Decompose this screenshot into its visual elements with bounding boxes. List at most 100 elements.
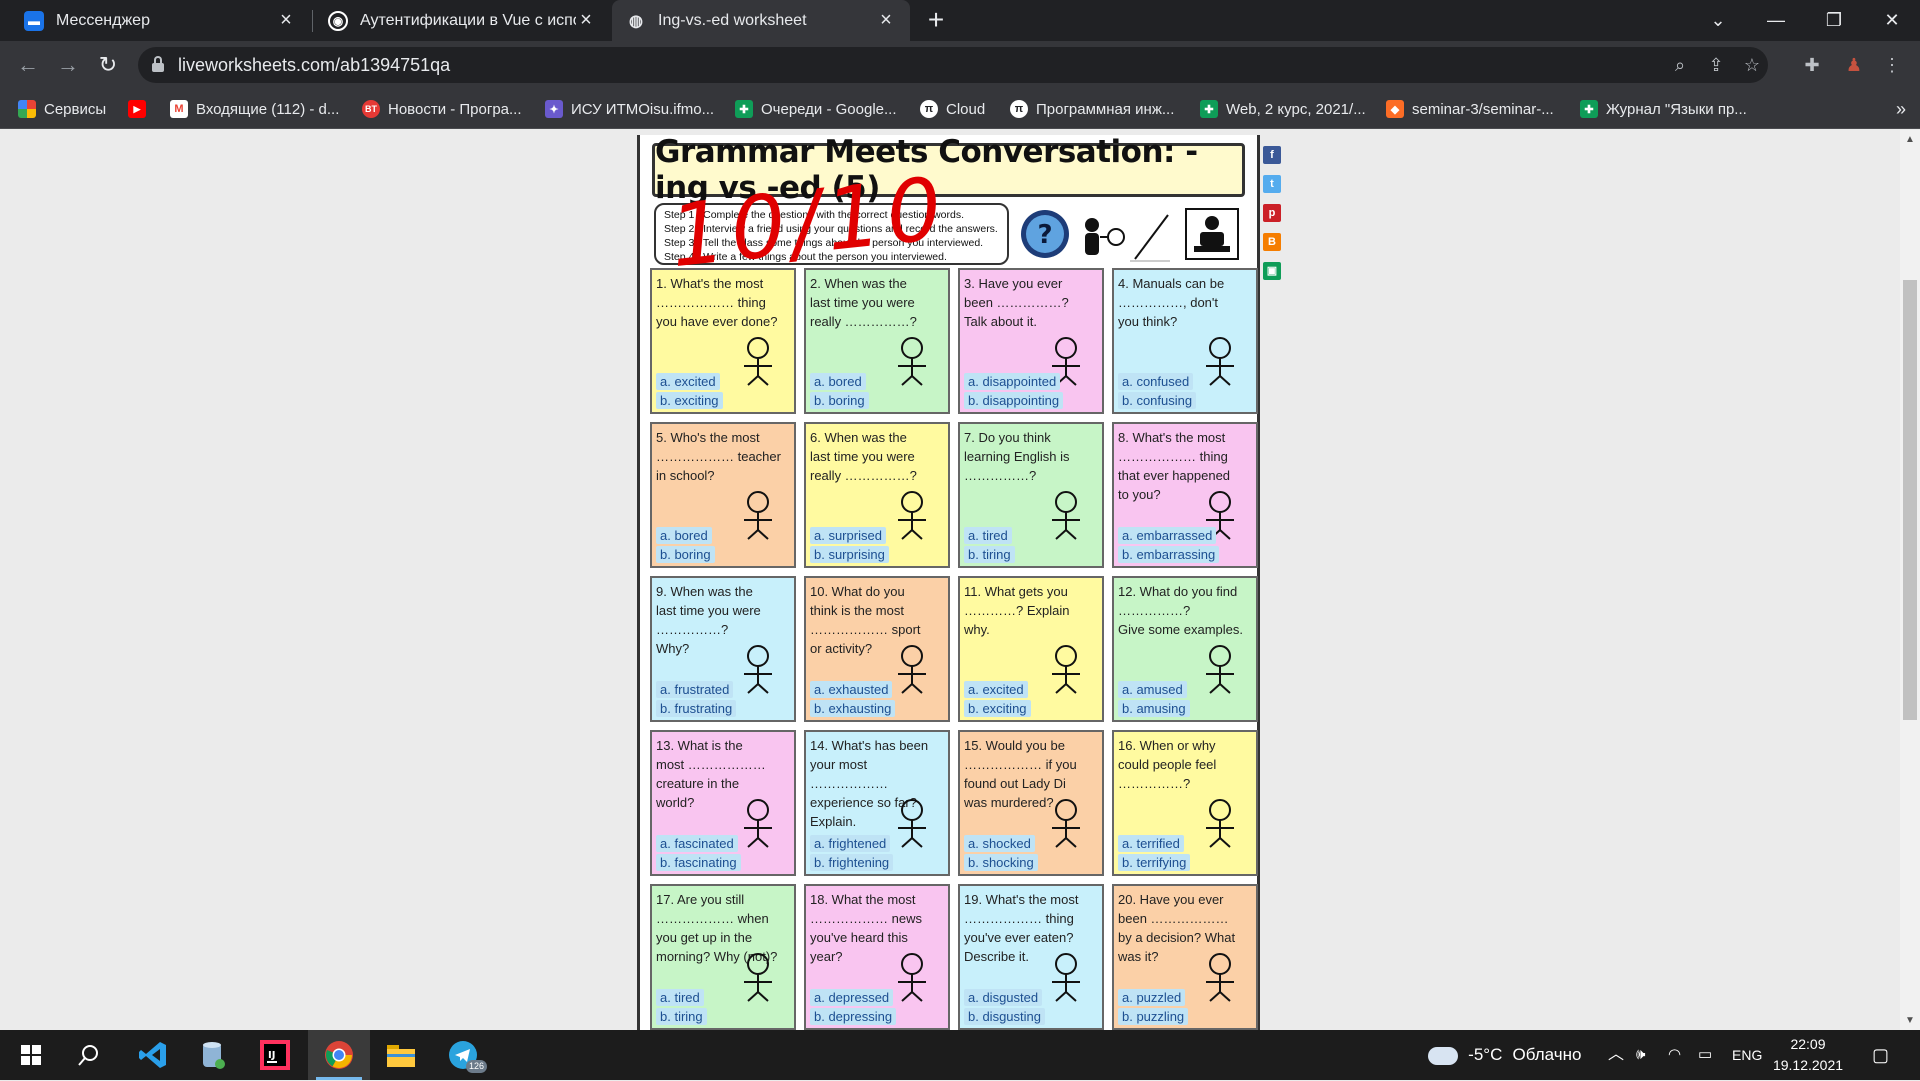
option-a[interactable]: a. excited bbox=[964, 681, 1028, 698]
close-window-button[interactable]: ✕ bbox=[1864, 0, 1920, 41]
bookmark-isu[interactable]: ✦ ИСУ ИТМОisu.ifmo... bbox=[545, 89, 714, 129]
tab-vue-auth[interactable]: ◉ Аутентификации в Vue с исполь × bbox=[314, 0, 610, 41]
option-b[interactable]: b. disgusting bbox=[964, 1008, 1045, 1025]
start-button[interactable] bbox=[0, 1030, 62, 1080]
option-b[interactable]: b. disappointing bbox=[964, 392, 1064, 409]
forward-button[interactable]: → bbox=[52, 49, 84, 81]
close-tab-icon[interactable]: × bbox=[876, 9, 896, 32]
option-b[interactable]: b. terrifying bbox=[1118, 854, 1191, 871]
option-b[interactable]: b. fascinating bbox=[656, 854, 741, 871]
show-hidden-icons-icon[interactable]: ︿ bbox=[1608, 1030, 1624, 1080]
option-b[interactable]: b. boring bbox=[656, 546, 715, 563]
option-a[interactable]: a. fascinated bbox=[656, 835, 738, 852]
minimize-button[interactable]: — bbox=[1748, 0, 1804, 41]
share-icon[interactable]: ⇪ bbox=[1704, 53, 1728, 77]
url-text[interactable]: liveworksheets.com/ab1394751qa bbox=[178, 47, 450, 83]
option-b[interactable]: b. embarrassing bbox=[1118, 546, 1220, 563]
input-language[interactable]: ENG bbox=[1732, 1030, 1762, 1080]
bookmark-gmail[interactable]: M Входящие (112) - d... bbox=[170, 89, 339, 129]
close-tab-icon[interactable]: × bbox=[576, 9, 596, 32]
disk-utility-app[interactable] bbox=[182, 1030, 244, 1080]
bookmark-youtube[interactable]: ▶ bbox=[128, 89, 154, 129]
option-a[interactable]: a. disappointed bbox=[964, 373, 1061, 390]
twitter-icon[interactable]: t bbox=[1263, 175, 1281, 193]
zoom-search-icon[interactable]: ⌕ bbox=[1668, 53, 1692, 77]
pinterest-icon[interactable]: p bbox=[1263, 204, 1281, 222]
notifications-icon[interactable]: ▢ bbox=[1872, 1030, 1889, 1080]
option-a[interactable]: a. exhausted bbox=[810, 681, 893, 698]
option-b[interactable]: b. shocking bbox=[964, 854, 1038, 871]
scrollbar-thumb[interactable] bbox=[1903, 280, 1917, 720]
option-a[interactable]: a. embarrassed bbox=[1118, 527, 1217, 544]
menu-icon[interactable]: ⋮ bbox=[1880, 53, 1904, 77]
file-explorer-app[interactable] bbox=[370, 1030, 432, 1080]
option-b[interactable]: b. surprising bbox=[810, 546, 889, 563]
page-scrollbar[interactable]: ▲ ▼ bbox=[1900, 130, 1920, 1030]
bookmark-seminar[interactable]: ◆ seminar-3/seminar-... bbox=[1386, 89, 1554, 129]
bookmark-services[interactable]: Сервисы bbox=[18, 89, 106, 129]
back-button[interactable]: ← bbox=[12, 49, 44, 81]
chrome-app[interactable] bbox=[308, 1030, 370, 1080]
extensions-icon[interactable]: ✚ bbox=[1800, 53, 1824, 77]
option-b[interactable]: b. confusing bbox=[1118, 392, 1197, 409]
option-b[interactable]: b. tiring bbox=[656, 1008, 707, 1025]
battery-icon[interactable]: ▭ bbox=[1698, 1030, 1712, 1080]
option-a[interactable]: a. surprised bbox=[810, 527, 886, 544]
tab-messenger[interactable]: ▬ Мессенджер × bbox=[10, 0, 310, 41]
option-a[interactable]: a. confused bbox=[1118, 373, 1194, 390]
tab-worksheet[interactable]: ◍ Ing-vs.-ed worksheet × bbox=[612, 0, 910, 41]
bookmark-journal[interactable]: ✚ Журнал "Языки пр... bbox=[1580, 89, 1747, 129]
reload-button[interactable]: ↻ bbox=[92, 49, 124, 81]
option-b[interactable]: b. exciting bbox=[964, 700, 1031, 717]
option-b[interactable]: b. amusing bbox=[1118, 700, 1190, 717]
search-button[interactable] bbox=[58, 1030, 120, 1080]
volume-icon[interactable]: 🕪 bbox=[1636, 1030, 1645, 1080]
wifi-icon[interactable]: ◠ bbox=[1668, 1030, 1681, 1080]
scroll-up-arrow-icon[interactable]: ▲ bbox=[1900, 134, 1920, 145]
blogger-icon[interactable]: B bbox=[1263, 233, 1281, 251]
option-a[interactable]: a. puzzled bbox=[1118, 989, 1186, 1006]
restore-button[interactable]: ❐ bbox=[1806, 0, 1862, 41]
profile-avatar[interactable]: ♟ bbox=[1842, 53, 1866, 77]
option-a[interactable]: a. bored bbox=[656, 527, 712, 544]
option-a[interactable]: a. terrified bbox=[1118, 835, 1184, 852]
option-b[interactable]: b. tiring bbox=[964, 546, 1015, 563]
option-a[interactable]: a. shocked bbox=[964, 835, 1035, 852]
option-a[interactable]: a. disgusted bbox=[964, 989, 1043, 1006]
bookmark-star-icon[interactable]: ☆ bbox=[1740, 53, 1764, 77]
bookmark-news[interactable]: BT Новости - Програ... bbox=[362, 89, 522, 129]
vscode-app[interactable] bbox=[122, 1030, 184, 1080]
bookmark-web[interactable]: ✚ Web, 2 курс, 2021/... bbox=[1200, 89, 1366, 129]
option-b[interactable]: b. boring bbox=[810, 392, 869, 409]
option-a[interactable]: a. tired bbox=[964, 527, 1012, 544]
facebook-icon[interactable]: f bbox=[1263, 146, 1281, 164]
address-bar[interactable]: liveworksheets.com/ab1394751qa ⌕ ⇪ ☆ bbox=[138, 47, 1768, 83]
bookmark-software-eng[interactable]: π Программная инж... bbox=[1010, 89, 1174, 129]
bookmark-cloud[interactable]: π Cloud bbox=[920, 89, 985, 129]
close-tab-icon[interactable]: × bbox=[276, 9, 296, 32]
more-bookmarks-icon[interactable]: » bbox=[1896, 89, 1906, 129]
scroll-down-arrow-icon[interactable]: ▼ bbox=[1900, 1015, 1920, 1026]
option-b[interactable]: b. puzzling bbox=[1118, 1008, 1189, 1025]
bookmark-queues[interactable]: ✚ Очереди - Google... bbox=[735, 89, 897, 129]
option-a[interactable]: a. excited bbox=[656, 373, 720, 390]
option-a[interactable]: a. frightened bbox=[810, 835, 891, 852]
lock-icon[interactable] bbox=[152, 56, 164, 72]
new-tab-button[interactable]: + bbox=[920, 4, 952, 36]
telegram-app[interactable]: 126 bbox=[432, 1030, 494, 1080]
system-clock[interactable]: 22:09 19.12.2021 bbox=[1772, 1034, 1844, 1076]
option-a[interactable]: a. tired bbox=[656, 989, 704, 1006]
option-a[interactable]: a. amused bbox=[1118, 681, 1187, 698]
option-b[interactable]: b. exhausting bbox=[810, 700, 896, 717]
option-a[interactable]: a. frustrated bbox=[656, 681, 734, 698]
option-a[interactable]: a. depressed bbox=[810, 989, 894, 1006]
intellij-app[interactable]: IJ bbox=[244, 1030, 306, 1080]
option-b[interactable]: b. frightening bbox=[810, 854, 894, 871]
tab-search-icon[interactable]: ⌄ bbox=[1690, 0, 1746, 41]
option-a[interactable]: a. bored bbox=[810, 373, 866, 390]
option-b[interactable]: b. exciting bbox=[656, 392, 723, 409]
weather-widget[interactable]: -5°C Облачно bbox=[1428, 1030, 1581, 1080]
option-b[interactable]: b. frustrating bbox=[656, 700, 737, 717]
option-b[interactable]: b. depressing bbox=[810, 1008, 897, 1025]
google-classroom-icon[interactable]: ▣ bbox=[1263, 262, 1281, 280]
